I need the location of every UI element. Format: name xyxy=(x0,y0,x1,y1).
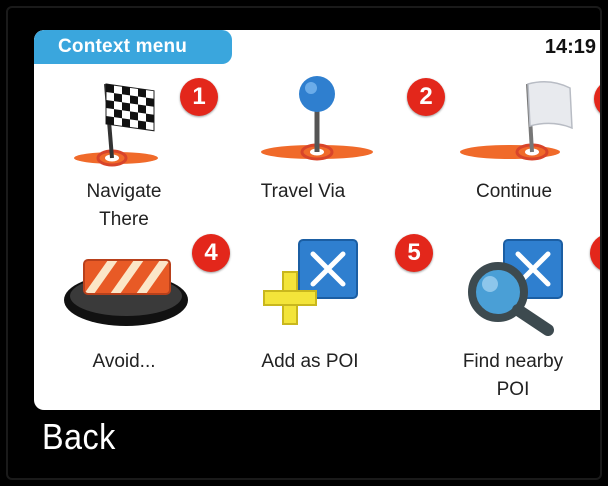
back-button[interactable]: Back xyxy=(42,416,116,458)
menu-item-add-as-poi[interactable]: 5 Add as POI xyxy=(227,234,433,406)
menu-item-label: Add as POI xyxy=(213,348,407,376)
label-line-1: Avoid... xyxy=(92,351,156,372)
menu-grid: 1 Navigate There 2 Travel Via Continue 4… xyxy=(34,70,600,410)
badge-1: 1 xyxy=(180,78,218,116)
screen: Context menu 14:19 1 Navigate There 2 Tr… xyxy=(34,30,600,410)
menu-item-label: Travel Via xyxy=(199,178,407,206)
white-flag-icon xyxy=(460,81,573,161)
label-line-1: Navigate xyxy=(86,181,162,202)
label-line-1: Continue xyxy=(475,181,553,202)
label-line-1: Find nearby xyxy=(462,351,564,372)
badge-6: 6 xyxy=(590,234,600,272)
menu-item-label: Navigate There xyxy=(34,178,214,234)
menu-item-label: Find nearby POI xyxy=(426,348,600,404)
menu-item-label: Avoid... xyxy=(34,348,214,376)
badge-3: 3 xyxy=(594,80,600,118)
label-line-2: POI xyxy=(496,379,530,400)
checkered-flag-icon xyxy=(74,83,158,167)
clock: 14:19 xyxy=(544,36,596,58)
roadblock-icon xyxy=(64,259,188,326)
page-title: Context menu xyxy=(34,30,232,64)
menu-item-find-nearby-poi[interactable]: 6 Find nearby POI xyxy=(420,234,600,406)
find-poi-icon xyxy=(468,239,563,336)
label-line-2: There xyxy=(99,209,149,230)
menu-item-avoid[interactable]: 4 Avoid... xyxy=(34,234,230,406)
label-line-1: Travel Via xyxy=(260,181,346,202)
device-frame: Context menu 14:19 1 Navigate There 2 Tr… xyxy=(0,0,608,486)
waypoint-pin-icon xyxy=(261,76,373,161)
menu-item-continue[interactable]: 3 Continue xyxy=(420,70,600,240)
badge-4: 4 xyxy=(192,234,230,272)
menu-item-navigate-there[interactable]: 1 Navigate There xyxy=(34,70,218,240)
menu-item-label: Continue xyxy=(428,178,600,206)
menu-item-travel-via[interactable]: 2 Travel Via xyxy=(227,70,445,240)
label-line-1: Add as POI xyxy=(261,351,359,372)
add-poi-icon xyxy=(263,239,358,325)
